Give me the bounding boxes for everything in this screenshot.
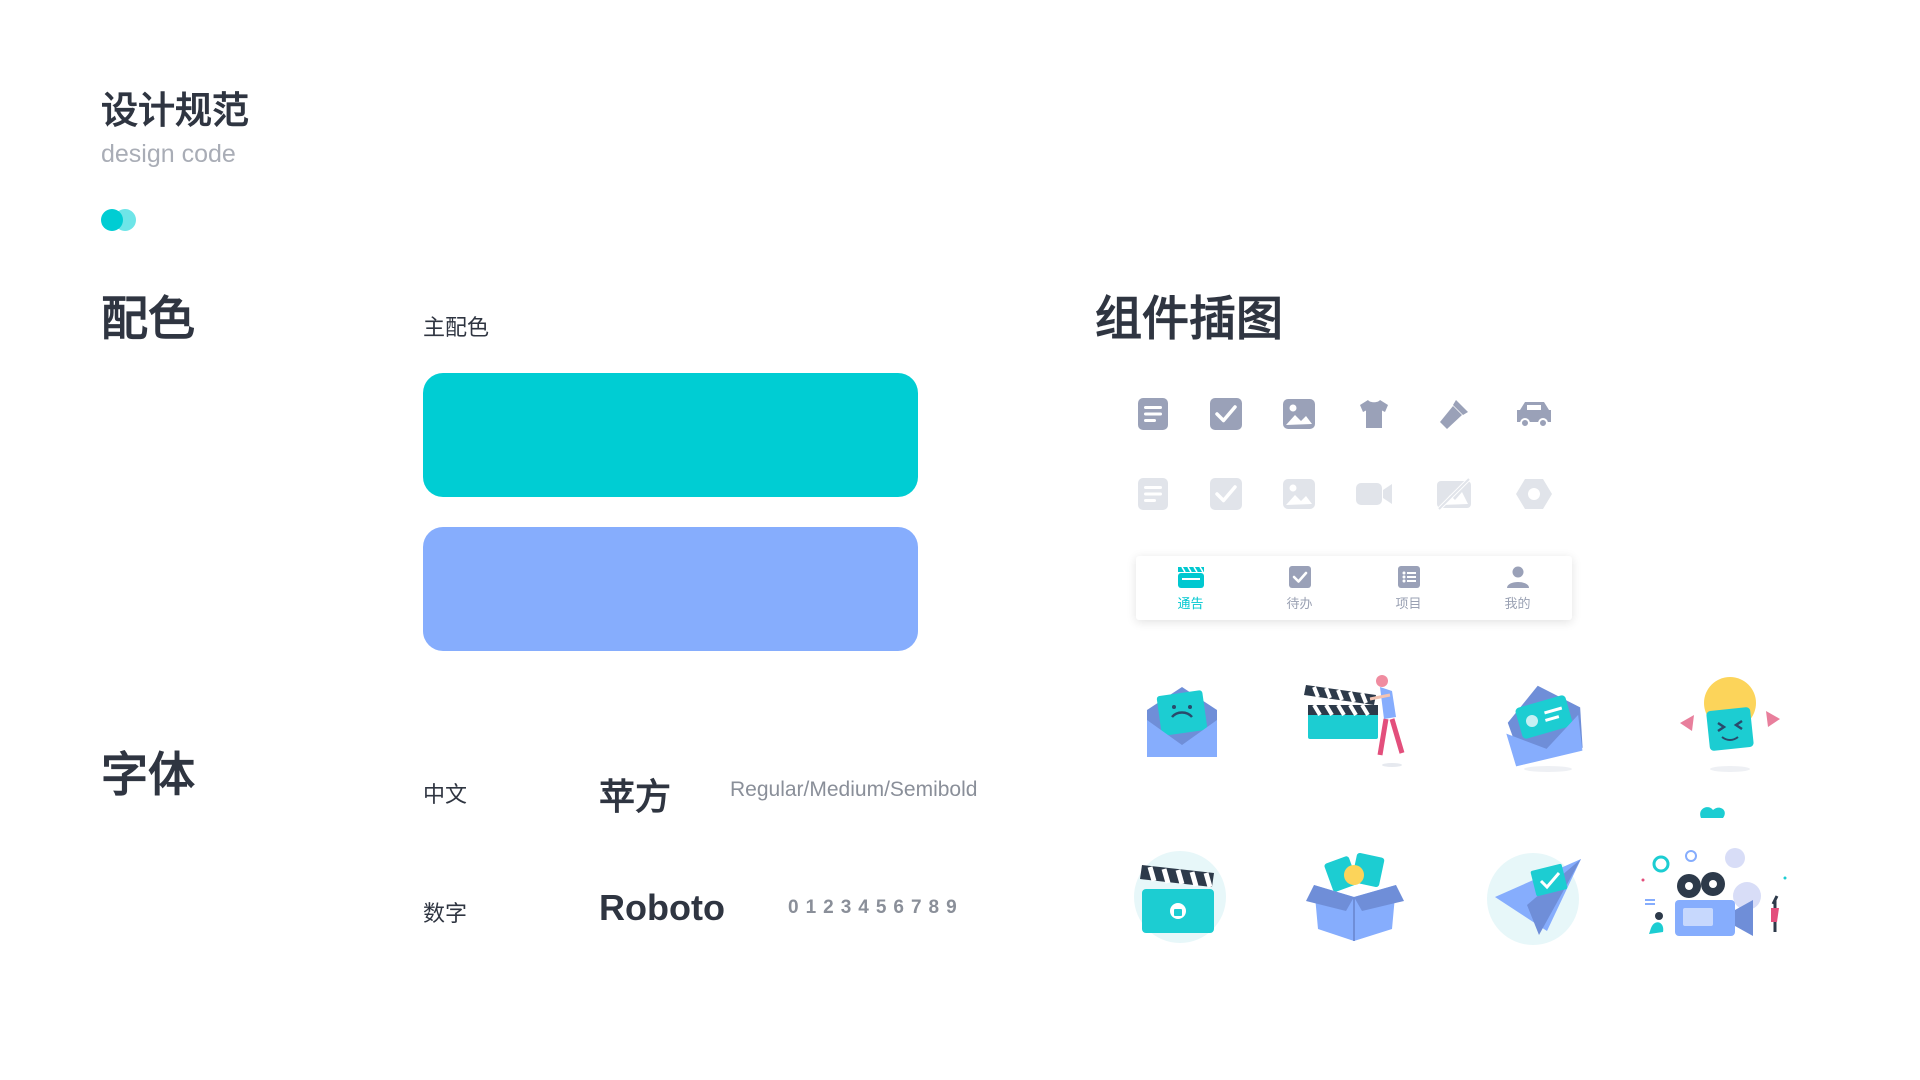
tab-label: 项目 — [1395, 596, 1422, 612]
colors-heading: 配色 — [101, 292, 195, 347]
brand-dots — [101, 209, 141, 231]
fonts-heading: 字体 — [101, 748, 195, 803]
video-disabled-icon — [1354, 474, 1394, 514]
chinese-font-name: 苹方 — [599, 777, 672, 818]
open-box-illustration — [1300, 845, 1410, 955]
list-icon — [1397, 565, 1420, 588]
id-card-envelope-illustration — [1490, 665, 1600, 775]
image-off-disabled-icon — [1434, 474, 1474, 514]
primary-dot — [101, 209, 123, 231]
number-font-label: 数字 — [423, 902, 468, 927]
clapperboard-girl-illustration — [1300, 665, 1425, 775]
hexagon-disabled-icon — [1514, 474, 1554, 514]
chinese-font-label: 中文 — [423, 783, 468, 808]
document-icon — [1133, 394, 1173, 434]
tab-announcement[interactable]: 通告 — [1136, 556, 1245, 620]
tshirt-icon — [1354, 394, 1394, 434]
checkbox-icon — [1288, 565, 1311, 588]
number-sample: 0123456789 — [788, 897, 964, 918]
secondary-color-swatch — [423, 527, 918, 651]
robot-flags-illustration — [1670, 665, 1790, 775]
car-icon — [1514, 394, 1554, 434]
image-icon — [1279, 394, 1319, 434]
tab-projects[interactable]: 项目 — [1354, 556, 1463, 620]
user-icon — [1506, 566, 1529, 588]
checkbox-disabled-icon — [1206, 474, 1246, 514]
tab-profile[interactable]: 我的 — [1463, 556, 1572, 620]
paper-plane-illustration — [1487, 845, 1597, 955]
chinese-font-weights: Regular/Medium/Semibold — [730, 778, 978, 801]
image-disabled-icon — [1279, 474, 1319, 514]
sad-envelope-illustration — [1127, 665, 1237, 775]
primary-color-swatch — [423, 373, 918, 497]
film-camera-scene-illustration — [1635, 800, 1800, 950]
tab-label: 通告 — [1177, 596, 1204, 612]
tab-label: 我的 — [1504, 596, 1531, 612]
tab-todo[interactable]: 待办 — [1245, 556, 1354, 620]
page-title: 设计规范 — [101, 89, 249, 132]
page-subtitle: design code — [101, 140, 236, 168]
lock-clapperboard-illustration — [1130, 845, 1240, 955]
flashlight-icon — [1434, 394, 1474, 434]
clapperboard-icon — [1177, 566, 1204, 588]
number-font-name: Roboto — [599, 887, 725, 928]
tab-label: 待办 — [1286, 596, 1313, 612]
checkbox-icon — [1206, 394, 1246, 434]
document-disabled-icon — [1133, 474, 1173, 514]
primary-color-label: 主配色 — [423, 316, 490, 341]
bottom-tabbar: 通告 待办 项目 我的 — [1136, 556, 1572, 620]
illustrations-heading: 组件插图 — [1095, 292, 1283, 347]
